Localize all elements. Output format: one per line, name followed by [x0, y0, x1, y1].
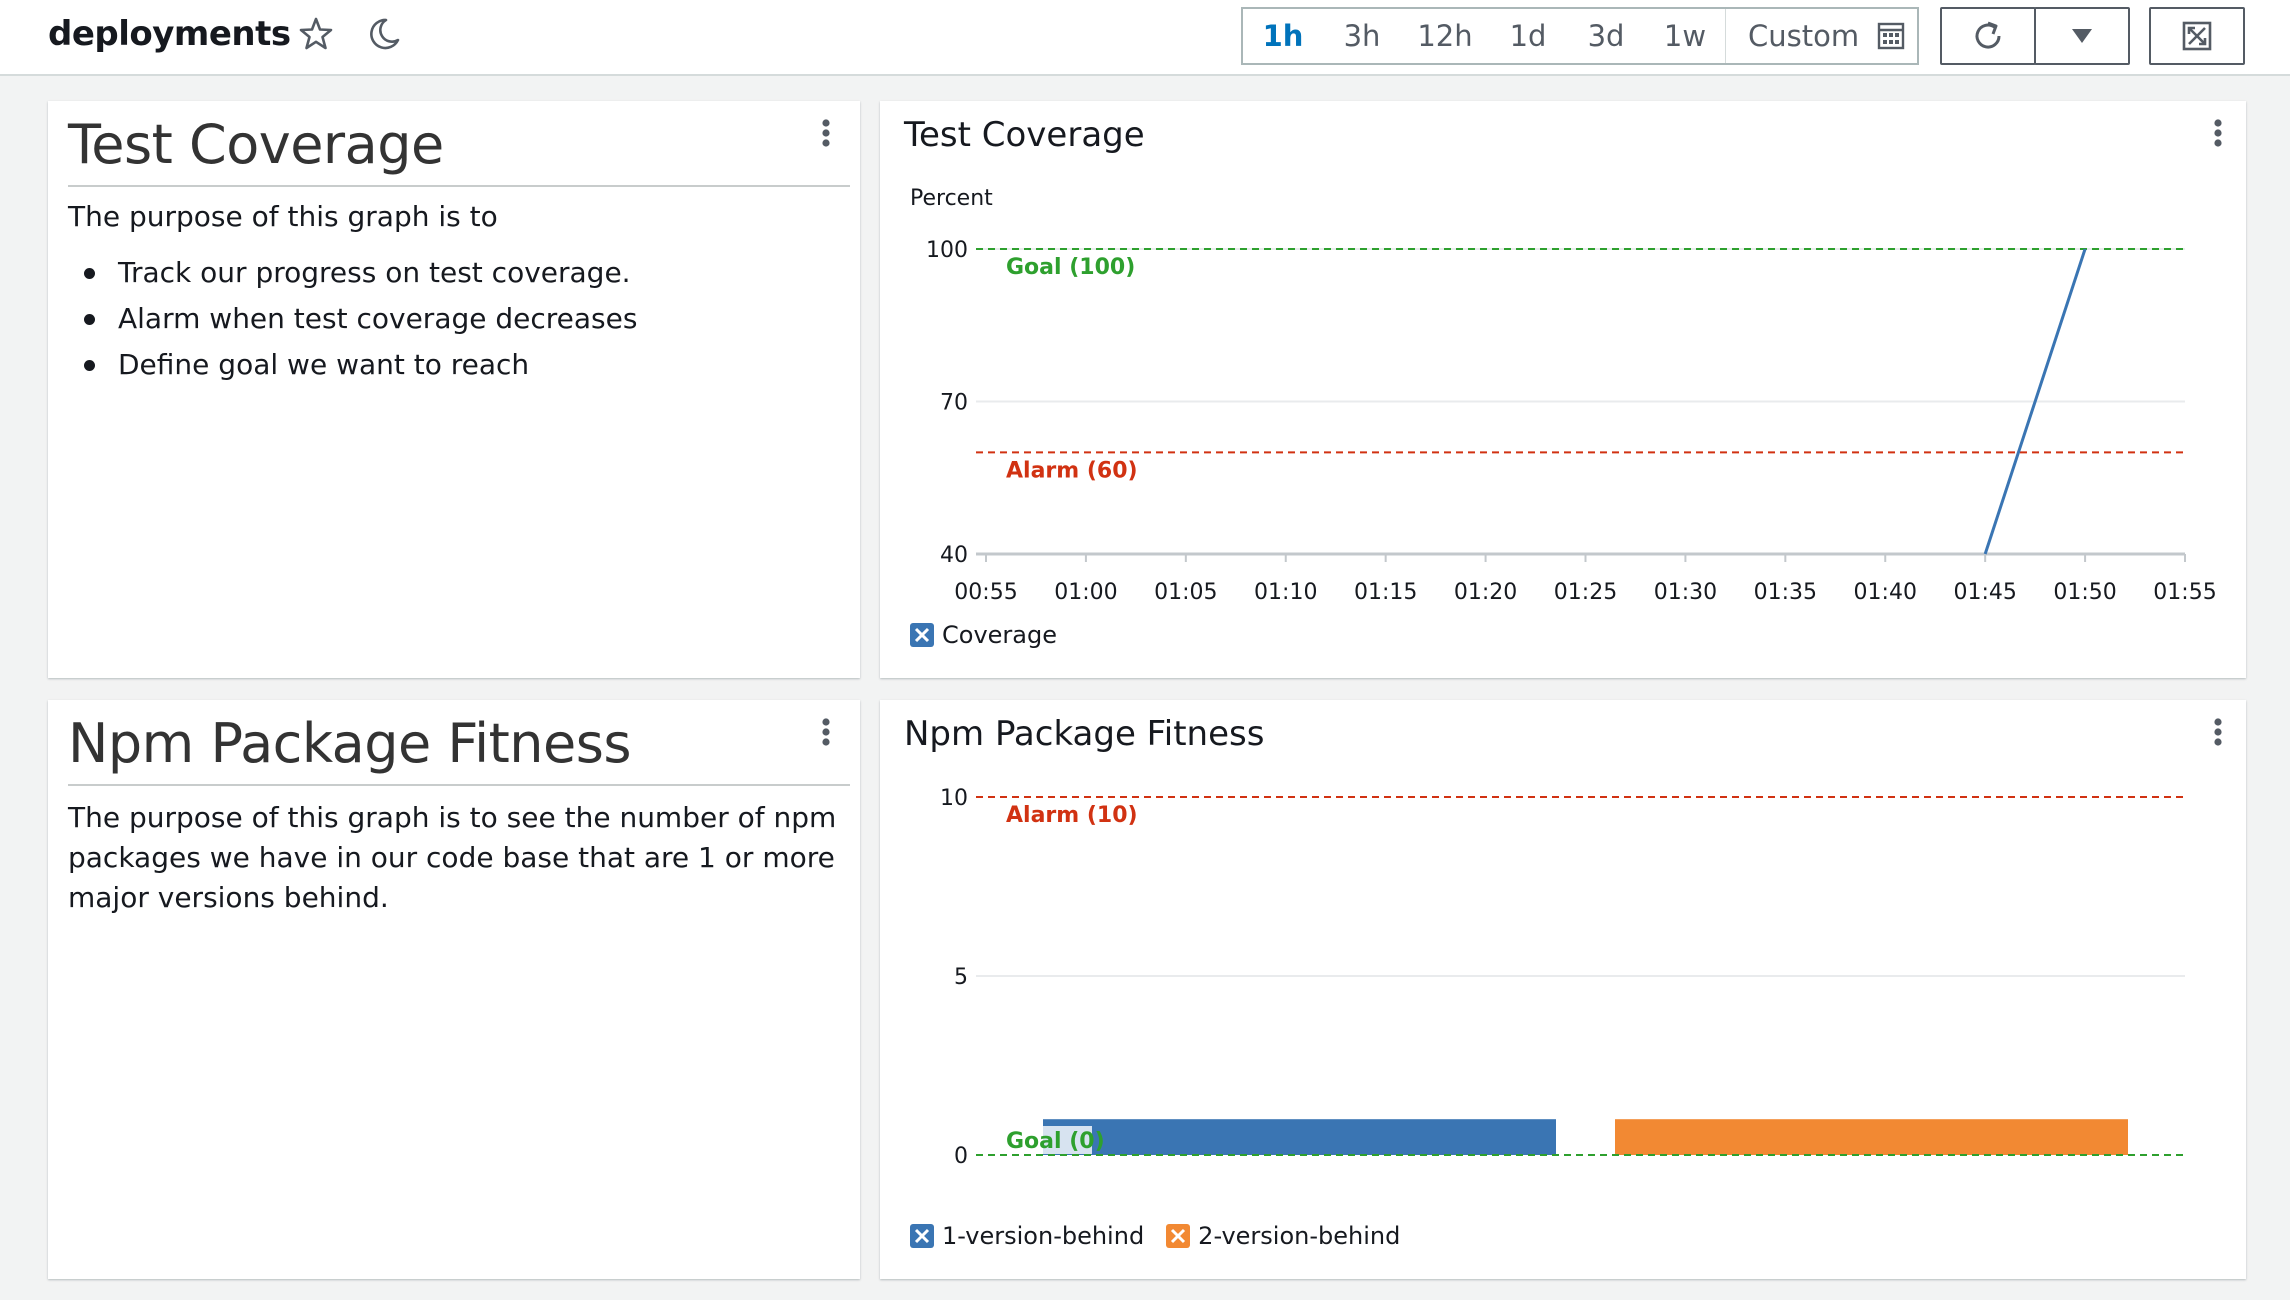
- chart-widget-npm-fitness: Npm Package Fitness 0 5 10 Alarm (10) Goal (…: [880, 700, 2246, 1279]
- npm-fitness-chart: 0 5 10 Alarm (10) Goal (0): [940, 786, 2185, 1169]
- test-coverage-chart: Percent 40 70 100 00:55 01:00 01:05 01:10 01:15 0…: [910, 186, 2217, 605]
- text-widget-test-coverage: Test Coverage The purpose of this graph …: [48, 101, 860, 678]
- range-option-12h[interactable]: 12h: [1401, 9, 1489, 63]
- bar-2-version-behind: [1615, 1119, 2128, 1155]
- heading-divider: [68, 185, 850, 187]
- legend-toggle-icon: [1166, 1224, 1191, 1248]
- star-icon[interactable]: [298, 16, 334, 52]
- y-tick-label: 100: [926, 238, 968, 263]
- x-tick-label: 01:45: [1953, 580, 2016, 605]
- y-tick-label: 5: [954, 965, 968, 990]
- x-tick-label: 01:35: [1754, 580, 1817, 605]
- x-tick-label: 00:55: [954, 580, 1017, 605]
- legend-label: Coverage: [942, 621, 1057, 649]
- widget-heading: Test Coverage: [68, 113, 444, 176]
- y-tick-label: 10: [940, 786, 968, 811]
- y-tick-label: 40: [940, 543, 968, 568]
- widget-menu-icon[interactable]: [818, 117, 834, 151]
- caret-down-icon: [2072, 29, 2092, 43]
- chart-legend: 1-version-behind 2-version-behind: [910, 1222, 1422, 1250]
- chart-widget-test-coverage: Test Coverage Percent 40 70 100 00:55 01:00 01…: [880, 101, 2246, 678]
- range-option-1w[interactable]: 1w: [1645, 9, 1725, 63]
- range-option-3d[interactable]: 3d: [1567, 9, 1645, 63]
- legend-toggle-icon: [910, 623, 934, 647]
- legend-item-1-version-behind[interactable]: 1-version-behind: [910, 1222, 1144, 1250]
- dashboard-header: deployments 1h 3h 12h 1d 3d 1w Custom: [0, 0, 2290, 76]
- range-option-1d[interactable]: 1d: [1489, 9, 1567, 63]
- dashboard-title: deployments: [48, 14, 291, 54]
- refresh-icon: [1975, 21, 2001, 49]
- fullscreen-button[interactable]: [2149, 7, 2245, 65]
- moon-icon[interactable]: [366, 16, 402, 52]
- range-option-3h[interactable]: 3h: [1323, 9, 1401, 63]
- text-widget-npm-fitness: Npm Package Fitness The purpose of this …: [48, 700, 860, 1279]
- x-tick-label: 01:20: [1454, 580, 1517, 605]
- x-tick-label: 01:30: [1654, 580, 1717, 605]
- y-tick-label: 0: [954, 1144, 968, 1169]
- legend-label: 1-version-behind: [942, 1222, 1145, 1250]
- annotation-label: Alarm (10): [1006, 803, 1138, 828]
- bullet-item: Alarm when test coverage decreases: [68, 299, 637, 345]
- bullet-item: Define goal we want to reach: [68, 345, 637, 391]
- legend-label: 2-version-behind: [1198, 1222, 1401, 1250]
- y-tick-label: 70: [940, 391, 968, 416]
- widget-paragraph: The purpose of this graph is to: [68, 200, 498, 233]
- time-range-selector: 1h 3h 12h 1d 3d 1w Custom: [1241, 7, 1919, 65]
- fullscreen-icon: [2182, 21, 2212, 51]
- annotation-label: Alarm (60): [1006, 458, 1138, 483]
- annotation-label: Goal (0): [1006, 1129, 1105, 1154]
- bullet-list: Track our progress on test coverage. Ala…: [68, 253, 637, 391]
- heading-divider: [68, 784, 850, 786]
- range-option-custom[interactable]: Custom: [1725, 9, 1917, 63]
- x-tick-label: 01:05: [1154, 580, 1217, 605]
- x-tick-label: 01:40: [1854, 580, 1917, 605]
- refresh-button[interactable]: [1940, 7, 2036, 65]
- x-tick-label: 01:15: [1354, 580, 1417, 605]
- x-tick-label: 01:00: [1054, 580, 1117, 605]
- legend-item-2-version-behind[interactable]: 2-version-behind: [1166, 1222, 1400, 1250]
- legend-item-coverage[interactable]: Coverage: [910, 621, 1057, 649]
- y-axis-label: Percent: [910, 186, 993, 211]
- bullet-item: Track our progress on test coverage.: [68, 253, 637, 299]
- chart-legend: Coverage: [910, 621, 1079, 649]
- annotation-label: Goal (100): [1006, 255, 1135, 280]
- range-option-1h[interactable]: 1h: [1243, 9, 1323, 63]
- x-tick-label: 01:55: [2153, 580, 2216, 605]
- refresh-options-button[interactable]: [2034, 7, 2130, 65]
- custom-range-label: Custom: [1748, 19, 1860, 53]
- bar-1-version-behind: [1043, 1119, 1556, 1155]
- x-tick-label: 01:10: [1254, 580, 1317, 605]
- calendar-icon: [1877, 22, 1905, 50]
- x-tick-label: 01:25: [1554, 580, 1617, 605]
- widget-paragraph: The purpose of this graph is to see the …: [68, 801, 837, 914]
- legend-toggle-icon: [910, 1224, 934, 1248]
- widget-menu-icon[interactable]: [818, 716, 834, 750]
- x-tick-label: 01:50: [2053, 580, 2116, 605]
- widget-heading: Npm Package Fitness: [68, 712, 631, 775]
